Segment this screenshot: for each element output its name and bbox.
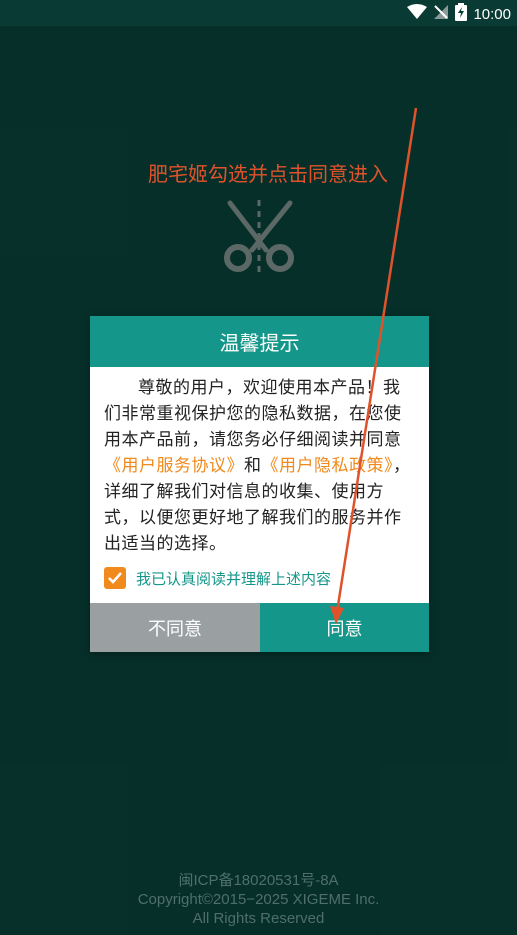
agree-checkbox-row[interactable]: 我已认真阅读并理解上述内容: [104, 567, 331, 589]
footer-icp: 闽ICP备18020531号-8A: [178, 872, 339, 889]
no-signal-icon: [433, 4, 449, 24]
agree-checkbox[interactable]: [104, 567, 126, 589]
status-bar: 10:00: [0, 0, 517, 26]
and-text: 和: [244, 456, 262, 476]
privacy-dialog: 温馨提示 尊敬的用户，欢迎使用本产品！我们非常重视保护您的隐私数据，在您使用本产…: [90, 316, 429, 652]
agree-button[interactable]: 同意: [260, 603, 429, 652]
annotation-text: 肥宅姬勾选并点击同意进入: [148, 162, 388, 186]
wifi-icon: [407, 4, 428, 24]
footer-rights: All Rights Reserved: [192, 910, 325, 927]
battery-charging-icon: [455, 3, 468, 25]
footer: 闽ICP备18020531号-8A Copyright©2015−2025 XI…: [0, 871, 517, 928]
status-time: 10:00: [473, 5, 511, 23]
disagree-button[interactable]: 不同意: [90, 603, 260, 652]
agree-checkbox-label[interactable]: 我已认真阅读并理解上述内容: [136, 568, 331, 589]
footer-copyright: Copyright©2015−2025 XIGEME Inc.: [137, 891, 380, 908]
dialog-title: 温馨提示: [90, 316, 429, 367]
body-text-part1: 尊敬的用户，欢迎使用本产品！我们非常重视保护您的隐私数据，在您使用本产品前，请您…: [104, 378, 402, 450]
checkmark-icon: [108, 572, 122, 584]
privacy-policy-link[interactable]: 《用户隐私政策》: [262, 456, 394, 476]
dialog-buttons: 不同意 同意: [90, 603, 429, 652]
dialog-body: 尊敬的用户，欢迎使用本产品！我们非常重视保护您的隐私数据，在您使用本产品前，请您…: [90, 367, 429, 557]
service-agreement-link[interactable]: 《用户服务协议》: [104, 456, 244, 476]
status-icons: 10:00: [407, 3, 511, 25]
